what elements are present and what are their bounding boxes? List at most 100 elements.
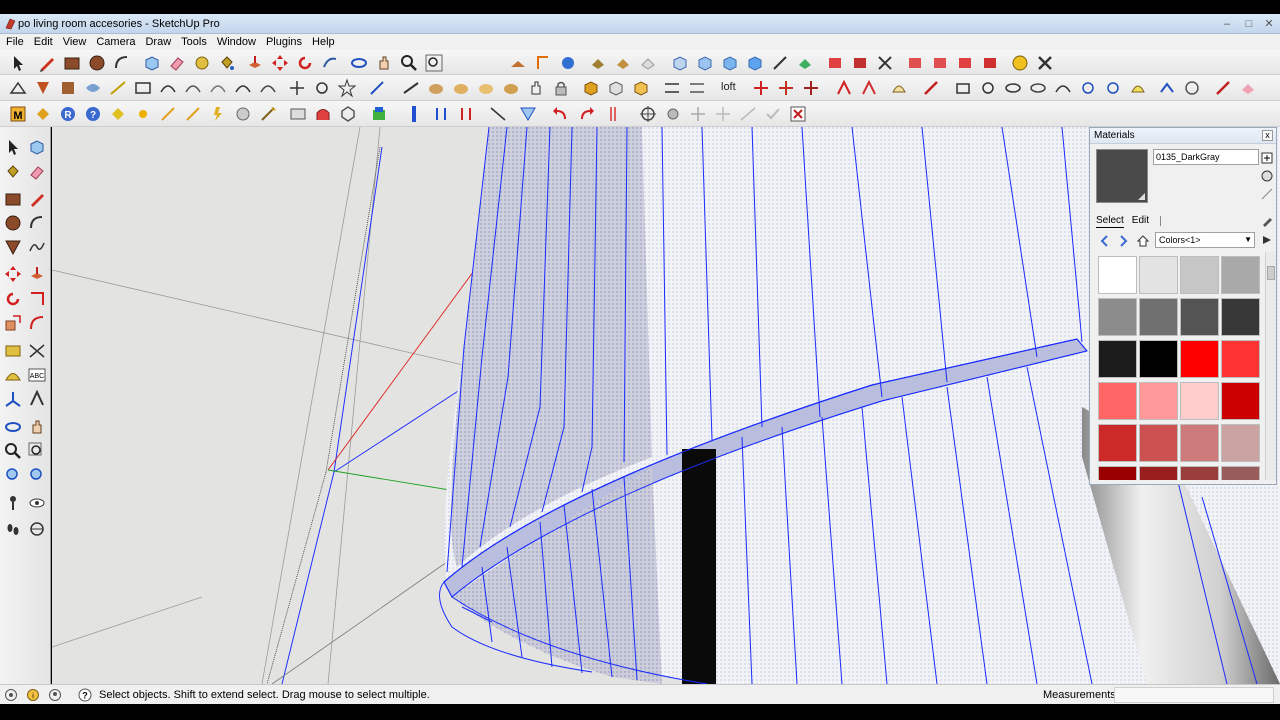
right-view-icon[interactable] (745, 53, 765, 73)
plugin-40-icon[interactable] (1128, 78, 1148, 98)
plugin-stars-icon[interactable] (713, 104, 733, 124)
plugin-43-icon[interactable] (1213, 78, 1233, 98)
plugin-arch-icon[interactable] (313, 104, 333, 124)
circle-tool-icon[interactable] (3, 213, 23, 233)
help-status-icon[interactable]: ? (78, 688, 92, 702)
close-window-button[interactable]: ✕ (1258, 17, 1280, 31)
material-swatch[interactable] (1098, 382, 1137, 420)
follow-me-icon[interactable] (320, 53, 340, 73)
material-swatch[interactable] (1221, 340, 1260, 378)
maximize-button[interactable]: □ (1238, 17, 1260, 31)
tab-edit[interactable]: Edit (1132, 214, 1149, 228)
material-swatch[interactable] (1098, 466, 1137, 480)
arc-tool-icon[interactable] (27, 213, 47, 233)
plugin-4-icon[interactable] (83, 78, 103, 98)
plugin-tag-icon[interactable] (33, 104, 53, 124)
paint-bucket-icon[interactable] (217, 53, 237, 73)
menu-draw[interactable]: Draw (140, 34, 176, 50)
home-icon[interactable] (1136, 234, 1150, 248)
plugin-8-icon[interactable] (183, 78, 203, 98)
plugin-arrow-icon[interactable] (183, 104, 203, 124)
position-camera-tool-icon[interactable] (3, 493, 23, 513)
solid-tools-union-icon[interactable] (825, 53, 845, 73)
plugin-16-icon[interactable] (401, 78, 421, 98)
push-pull-tool-icon[interactable] (27, 264, 47, 284)
plugin-sparkle-icon[interactable] (688, 104, 708, 124)
3d-text-tool-icon[interactable] (27, 389, 47, 409)
plugin-layer-icon[interactable] (369, 104, 389, 124)
circle-icon[interactable] (87, 53, 107, 73)
tab-select[interactable]: Select (1096, 214, 1124, 228)
geo-location-icon[interactable] (1010, 53, 1030, 73)
orbit-icon[interactable] (349, 53, 369, 73)
plugin-m-icon[interactable]: M (8, 104, 28, 124)
measurements-field[interactable] (1114, 687, 1274, 703)
menu-edit[interactable]: Edit (29, 34, 58, 50)
look-around-tool-icon[interactable] (27, 493, 47, 513)
plugin-b-icon[interactable] (930, 53, 950, 73)
hand-icon[interactable] (526, 78, 546, 98)
make-component-icon[interactable] (142, 53, 162, 73)
current-material-swatch[interactable] (1096, 149, 1148, 203)
library-dropdown[interactable]: Colors<1> ▼ (1155, 232, 1255, 248)
material-swatch[interactable] (1180, 340, 1219, 378)
plugin-diamond-icon[interactable] (108, 104, 128, 124)
styles-icon[interactable] (638, 53, 658, 73)
material-swatch[interactable] (1098, 298, 1137, 336)
menu-plugins[interactable]: Plugins (261, 34, 307, 50)
plugin-line-icon[interactable] (488, 104, 508, 124)
fog-icon[interactable] (613, 53, 633, 73)
material-swatch[interactable] (1139, 256, 1178, 294)
material-swatch[interactable] (1221, 424, 1260, 462)
material-swatch[interactable] (1180, 298, 1219, 336)
plugin-ray-icon[interactable] (158, 104, 178, 124)
zoom-window-tool-icon[interactable] (27, 441, 47, 461)
plugin-33-icon[interactable] (953, 78, 973, 98)
plugin-32-icon[interactable] (921, 78, 941, 98)
axes-tool-icon[interactable] (3, 389, 23, 409)
material-swatch[interactable] (1139, 382, 1178, 420)
eraser-tool-icon[interactable] (27, 162, 47, 182)
plugin-hex-icon[interactable] (338, 104, 358, 124)
plugin-grid-icon[interactable] (288, 104, 308, 124)
material-swatch[interactable] (1180, 256, 1219, 294)
line-tool-icon[interactable] (27, 189, 47, 209)
plugin-target-icon[interactable] (638, 104, 658, 124)
plugin-28-icon[interactable] (801, 78, 821, 98)
plugin-updown-icon[interactable] (431, 104, 451, 124)
back-view-icon[interactable] (770, 53, 790, 73)
display-secondary-icon[interactable] (1260, 151, 1274, 165)
plugin-30-icon[interactable] (859, 78, 879, 98)
undo-icon[interactable] (551, 104, 571, 124)
material-swatch[interactable] (1098, 424, 1137, 462)
help-icon[interactable]: ? (83, 104, 103, 124)
top-view-icon[interactable] (695, 53, 715, 73)
material-swatch[interactable] (1098, 256, 1137, 294)
plugin-check-icon[interactable] (763, 104, 783, 124)
plugin-a-icon[interactable] (905, 53, 925, 73)
zoom-extents-icon[interactable] (424, 53, 444, 73)
user-status-icon[interactable] (48, 688, 62, 702)
plugin-19-icon[interactable] (476, 78, 496, 98)
material-swatch[interactable] (1221, 256, 1260, 294)
plugin-41-icon[interactable] (1157, 78, 1177, 98)
plugin-15-icon[interactable] (367, 78, 387, 98)
material-swatch[interactable] (1180, 424, 1219, 462)
plugin-18-icon[interactable] (451, 78, 471, 98)
default-material-icon[interactable] (1260, 187, 1274, 201)
arc-icon[interactable] (112, 53, 132, 73)
left-view-icon[interactable] (795, 53, 815, 73)
sample-paint-icon[interactable] (1260, 214, 1274, 228)
dimension-tool-icon[interactable] (27, 341, 47, 361)
plugin-35-icon[interactable] (1003, 78, 1023, 98)
material-name-field[interactable]: 0135_DarkGray (1153, 149, 1259, 165)
protractor-tool-icon[interactable] (3, 365, 23, 385)
plugin-39-icon[interactable] (1103, 78, 1123, 98)
eraser-icon[interactable] (167, 53, 187, 73)
component-tool-icon[interactable] (27, 137, 47, 157)
material-swatch[interactable] (1221, 298, 1260, 336)
material-swatch[interactable] (1221, 466, 1260, 480)
material-swatch[interactable] (1139, 298, 1178, 336)
plugin-27-icon[interactable] (776, 78, 796, 98)
plugin-redarrow-icon[interactable] (456, 104, 476, 124)
